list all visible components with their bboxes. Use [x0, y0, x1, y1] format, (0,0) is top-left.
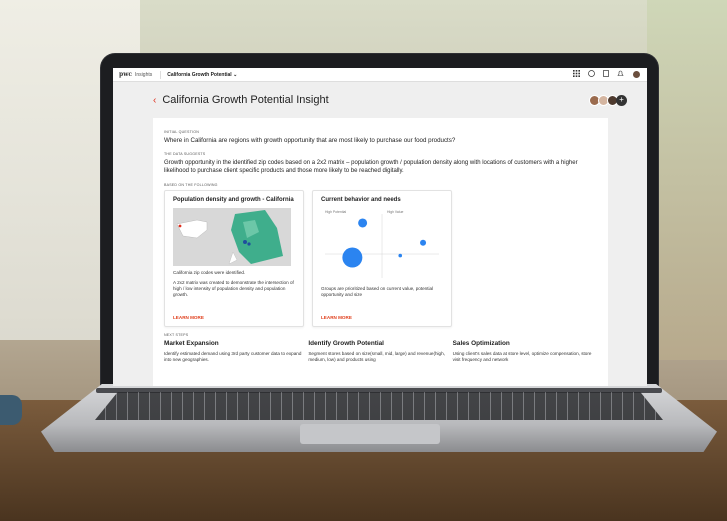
laptop-keyboard [95, 392, 663, 420]
grid-icon[interactable] [573, 70, 580, 79]
bubble-point [398, 253, 403, 258]
next-step-item[interactable]: Identify Growth Potential Segment stores… [308, 340, 452, 363]
project-dropdown-label: California Growth Potential [167, 71, 232, 78]
background-plant [647, 0, 727, 360]
data-suggests-label: THE DATA SUGGESTS [164, 152, 206, 156]
california-map [173, 208, 291, 266]
next-step-item[interactable]: Sales Optimization Using client's sales … [453, 340, 597, 363]
learn-more-link[interactable]: LEARN MORE [173, 315, 204, 320]
project-dropdown[interactable]: California Growth Potential ⌄ [167, 72, 237, 78]
top-icons [573, 70, 641, 79]
insight-content: INITIAL QUESTION Where in California are… [153, 118, 608, 386]
bell-icon[interactable] [617, 70, 624, 79]
next-steps: Market Expansion Identify estimated dema… [164, 340, 597, 363]
bubble-point [420, 239, 427, 246]
bubble-chart: High Potential High Value [321, 208, 443, 282]
next-steps-label: NEXT STEPS [164, 333, 189, 337]
pwc-logo[interactable]: pwc [119, 71, 132, 78]
learn-more-link[interactable]: LEARN MORE [321, 315, 352, 320]
laptop-trackpad [300, 424, 440, 444]
page-title: California Growth Potential Insight [162, 94, 329, 106]
data-suggests-text: Growth opportunity in the identified zip… [164, 160, 578, 174]
title-bar: ‹ California Growth Potential Insight + [113, 82, 647, 112]
document-icon[interactable] [603, 70, 609, 79]
step-title: Sales Optimization [452, 340, 510, 347]
quadrant-label: High Value [387, 210, 403, 214]
step-title: Identify Growth Potential [308, 340, 384, 347]
card-title: Current behavior and needs [321, 197, 401, 203]
add-collaborator-icon[interactable]: + [616, 94, 627, 106]
quadrant-label: High Potential [325, 210, 346, 214]
laptop-screen: pwc Insights California Growth Potential… [113, 68, 647, 386]
bubble-point [358, 218, 368, 228]
initial-question-text: Where in California are regions with gro… [164, 137, 456, 144]
step-title: Market Expansion [164, 340, 219, 347]
initial-question-label: INITIAL QUESTION [164, 130, 200, 134]
behavior-card[interactable]: Current behavior and needs High Potentia… [312, 190, 452, 327]
based-on-label: BASED ON THE FOLLOWING [164, 183, 218, 187]
step-text: Segment stores based on size(small, mid,… [308, 351, 445, 362]
user-avatar[interactable] [632, 70, 641, 79]
collaborator-avatars: + [589, 94, 627, 106]
card-text: Groups are prioritized based on current … [321, 286, 434, 297]
help-icon[interactable] [588, 70, 595, 79]
divider [160, 70, 162, 79]
cup [0, 395, 22, 425]
step-text: Identify estimated demand using 3rd part… [164, 351, 302, 362]
brand-label: Insights [135, 71, 153, 78]
card-title: Population density and growth - Californ… [173, 197, 294, 203]
bubble-point [342, 247, 363, 268]
card-text: A 2x2 matrix was created to demonstrate … [173, 280, 294, 297]
chevron-down-icon: ⌄ [233, 71, 238, 78]
next-step-item[interactable]: Market Expansion Identify estimated dema… [164, 340, 308, 363]
top-bar: pwc Insights California Growth Potential… [113, 68, 647, 82]
insight-cards: Population density and growth - Californ… [164, 190, 597, 327]
back-icon[interactable]: ‹ [153, 95, 156, 106]
population-card[interactable]: Population density and growth - Californ… [164, 190, 304, 327]
card-text: California zip codes were identified. [173, 270, 246, 275]
step-text: Using client's sales data at store level… [452, 351, 592, 362]
